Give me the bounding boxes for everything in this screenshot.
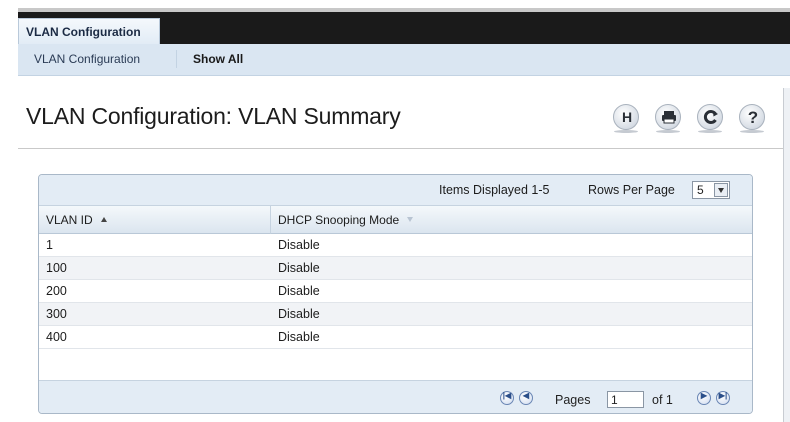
table-toolbar: Items Displayed 1-5 Rows Per Page 5 bbox=[39, 175, 752, 206]
subnav-separator bbox=[176, 50, 177, 68]
page-title: VLAN Configuration: VLAN Summary bbox=[26, 103, 401, 129]
rows-per-page-value: 5 bbox=[697, 183, 704, 197]
next-page-icon: ▶ bbox=[700, 391, 708, 400]
column-header-dhcp-snooping-mode[interactable]: DHCP Snooping Mode bbox=[271, 206, 752, 234]
items-displayed-label: Items Displayed 1-5 bbox=[439, 183, 550, 197]
help-icon: ? bbox=[748, 108, 758, 126]
rows-per-page-label: Rows Per Page bbox=[588, 183, 675, 197]
button-shadow bbox=[656, 130, 680, 133]
dhcp-snooping-mode-cell: Disable bbox=[278, 261, 320, 275]
table-row[interactable]: 300 Disable bbox=[39, 303, 752, 326]
button-shadow bbox=[740, 130, 764, 133]
pagination-bar: |◀ ◀ Pages 1 of 1 ▶ ▶| bbox=[39, 380, 752, 413]
button-shadow bbox=[698, 130, 722, 133]
vlan-id-cell: 1 bbox=[46, 238, 53, 252]
dhcp-snooping-mode-cell: Disable bbox=[278, 238, 320, 252]
vlan-id-cell: 300 bbox=[46, 307, 67, 321]
vlan-summary-table: Items Displayed 1-5 Rows Per Page 5 VLAN… bbox=[38, 174, 753, 414]
subnav-show-all[interactable]: Show All bbox=[193, 52, 243, 66]
first-page-icon: |◀ bbox=[502, 391, 512, 400]
table-row[interactable]: 200 Disable bbox=[39, 280, 752, 303]
sort-descending-icon bbox=[407, 217, 414, 222]
page-toolbar: H ? bbox=[610, 104, 769, 134]
dhcp-snooping-mode-cell: Disable bbox=[278, 330, 320, 344]
header-divider bbox=[18, 148, 783, 149]
refresh-icon bbox=[703, 110, 718, 124]
svg-text:?: ? bbox=[748, 108, 758, 126]
help-button[interactable]: ? bbox=[736, 104, 769, 134]
sub-navigation: VLAN Configuration Show All bbox=[18, 44, 790, 76]
print-button[interactable] bbox=[652, 104, 685, 134]
table-row[interactable]: 100 Disable bbox=[39, 257, 752, 280]
next-page-button[interactable]: ▶ bbox=[697, 391, 711, 405]
vlan-id-cell: 200 bbox=[46, 284, 67, 298]
button-shadow bbox=[614, 130, 638, 133]
save-button[interactable]: H bbox=[610, 104, 643, 134]
table-row[interactable]: 400 Disable bbox=[39, 326, 752, 349]
print-icon bbox=[662, 111, 676, 124]
rows-per-page-select[interactable]: 5 bbox=[692, 181, 730, 199]
table-row[interactable]: 1 Disable bbox=[39, 234, 752, 257]
page-number-input[interactable]: 1 bbox=[607, 391, 644, 408]
pages-label: Pages bbox=[555, 393, 591, 407]
page-count-label: of 1 bbox=[652, 393, 673, 407]
column-header-label: DHCP Snooping Mode bbox=[278, 213, 400, 227]
vlan-id-cell: 400 bbox=[46, 330, 67, 344]
subnav-vlan-configuration[interactable]: VLAN Configuration bbox=[34, 52, 140, 66]
dhcp-snooping-mode-cell: Disable bbox=[278, 284, 320, 298]
chevron-down-icon[interactable] bbox=[714, 183, 728, 197]
vlan-id-cell: 100 bbox=[46, 261, 67, 275]
dhcp-snooping-mode-cell: Disable bbox=[278, 307, 320, 321]
column-header-vlan-id[interactable]: VLAN ID bbox=[39, 206, 271, 234]
previous-page-button[interactable]: ◀ bbox=[519, 391, 533, 405]
last-page-icon: ▶| bbox=[718, 391, 728, 400]
previous-page-icon: ◀ bbox=[522, 391, 530, 400]
refresh-button[interactable] bbox=[694, 104, 727, 134]
scrollbar[interactable] bbox=[783, 88, 790, 422]
save-icon: H bbox=[622, 109, 632, 125]
last-page-button[interactable]: ▶| bbox=[716, 391, 730, 405]
main-content: VLAN Configuration: VLAN Summary H ? Ite… bbox=[18, 76, 783, 422]
svg-text:H: H bbox=[622, 109, 632, 125]
tab-vlan-configuration[interactable]: VLAN Configuration bbox=[18, 18, 160, 44]
column-header-label: VLAN ID bbox=[46, 213, 93, 227]
first-page-button[interactable]: |◀ bbox=[500, 391, 514, 405]
sort-ascending-icon bbox=[100, 217, 107, 222]
